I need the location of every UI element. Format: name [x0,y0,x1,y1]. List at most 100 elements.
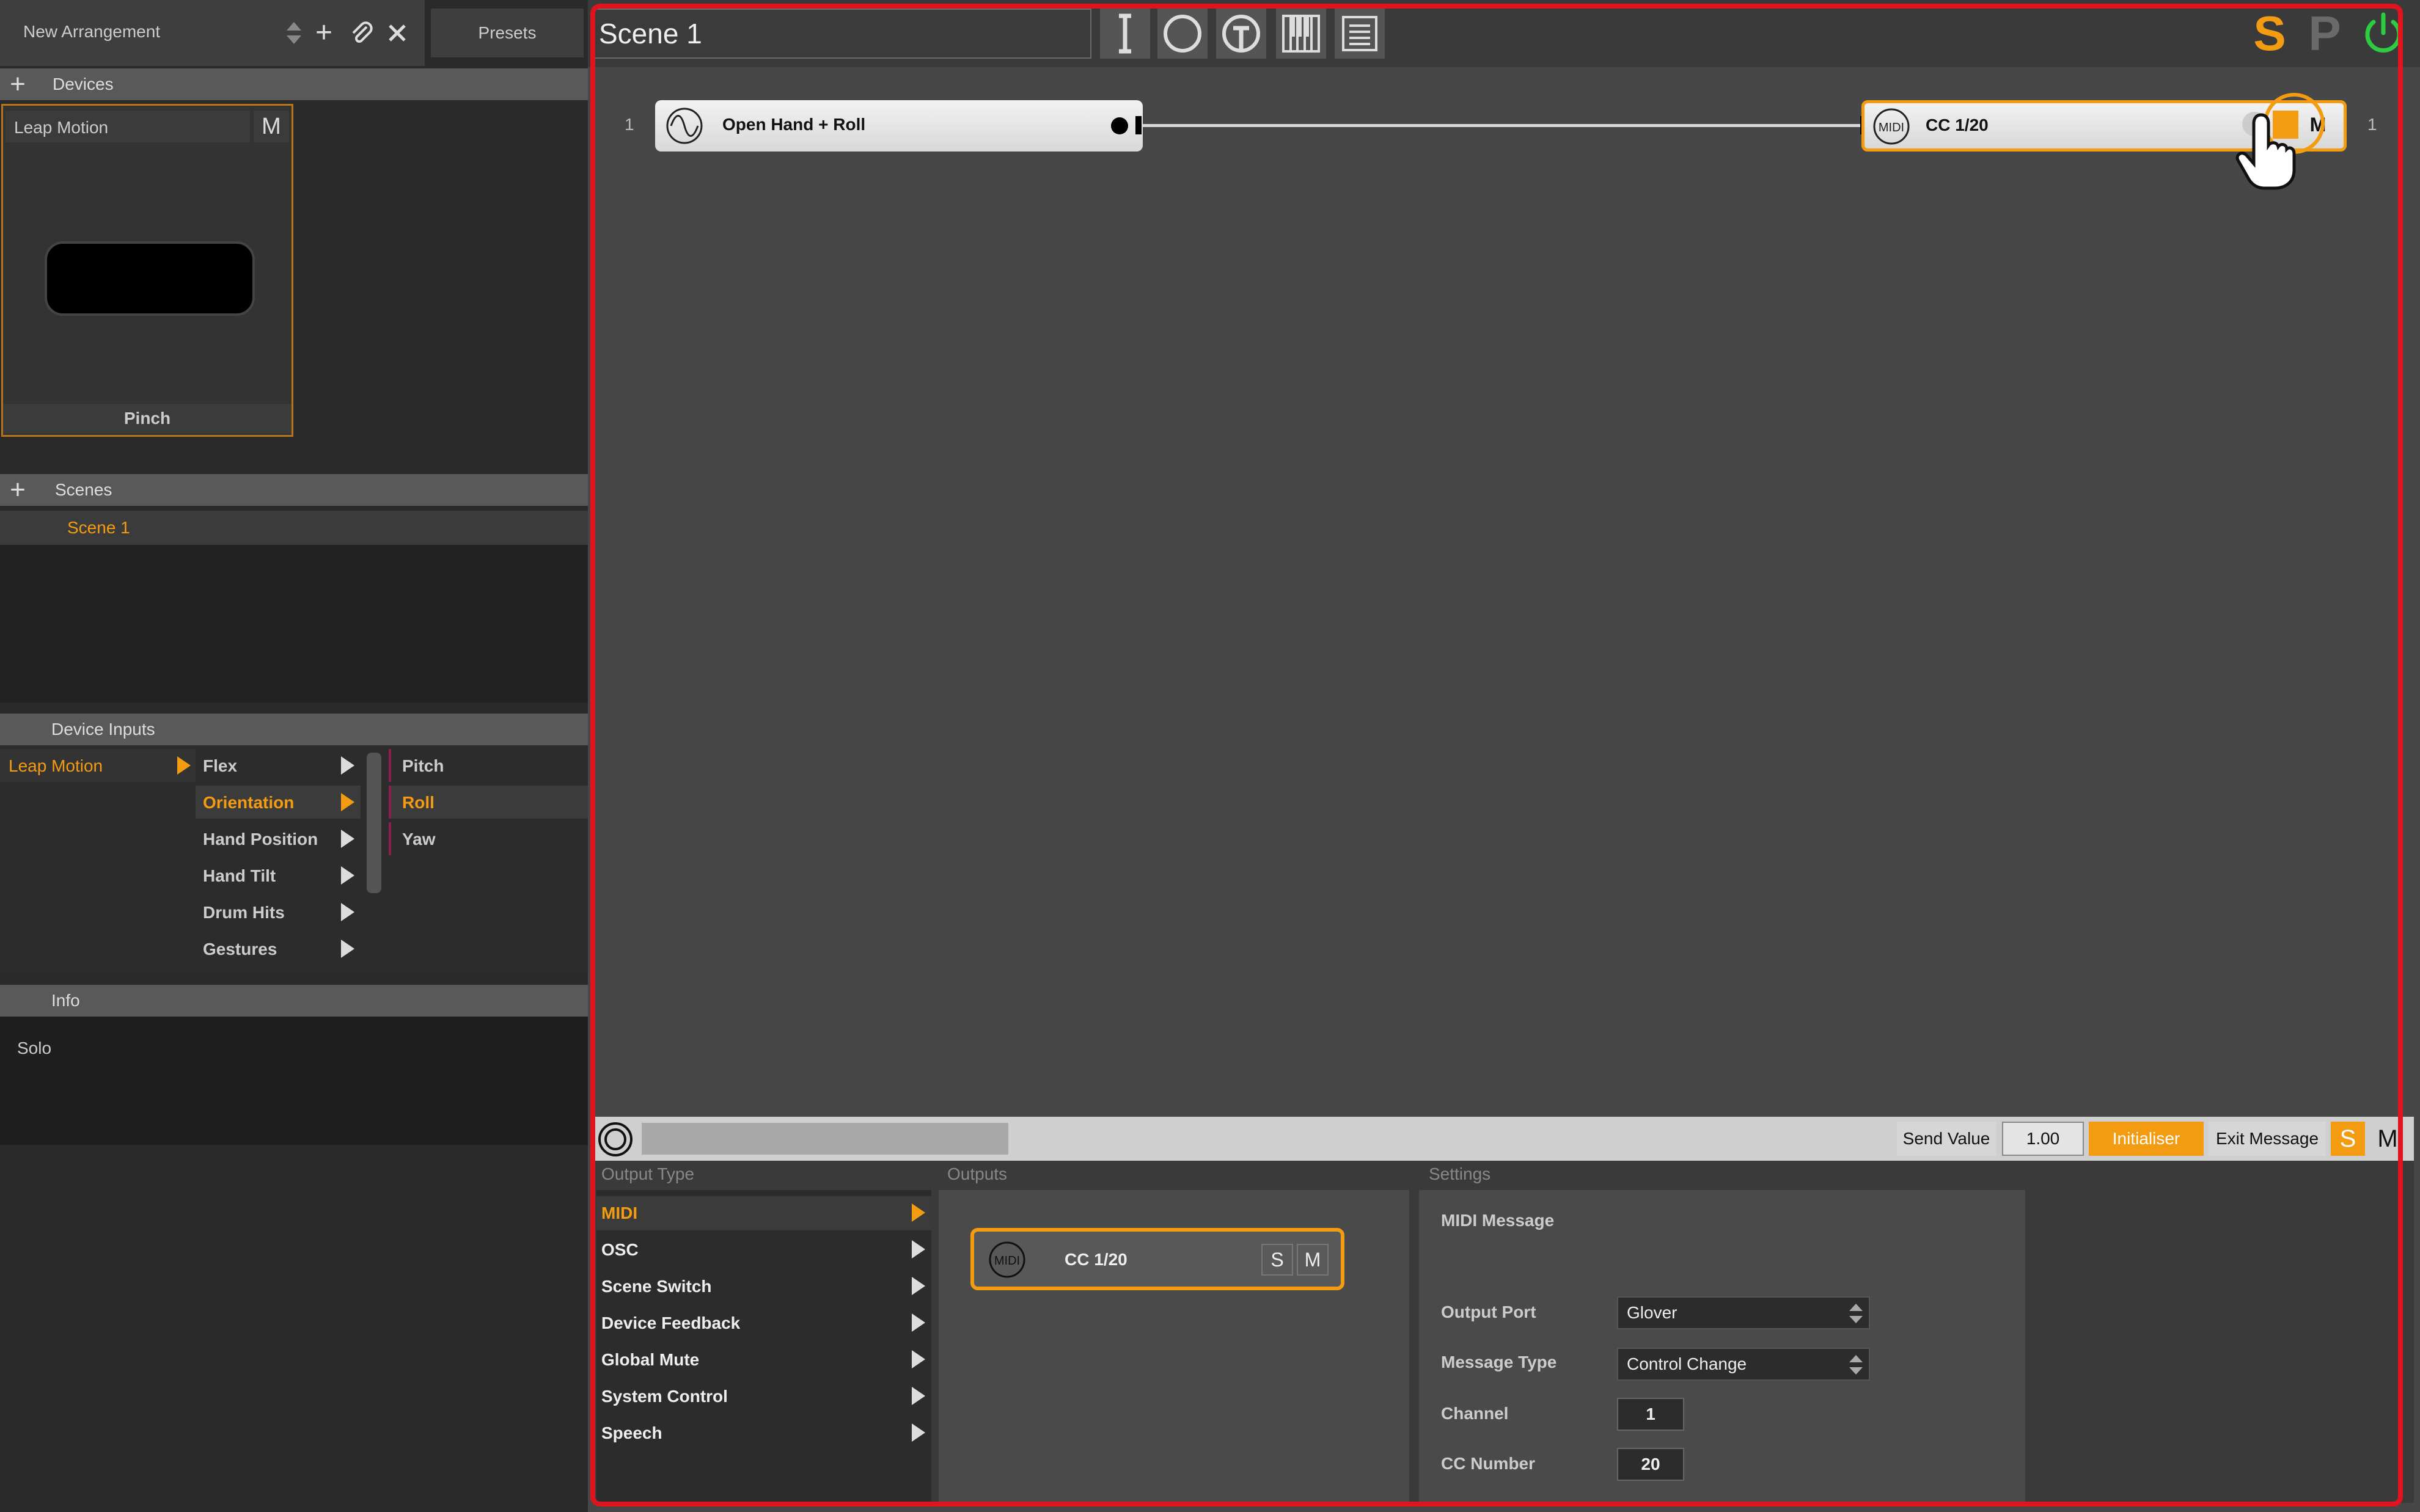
message-type-value: Control Change [1627,1354,1747,1373]
input-category-flex[interactable]: Flex [196,749,361,782]
output-card-solo-button[interactable]: S [1261,1244,1293,1276]
output-type-midi[interactable]: MIDI [596,1196,931,1230]
input-category-drum-hits[interactable]: Drum Hits [196,896,361,929]
power-icon [2365,12,2402,53]
input-category-label: Drum Hits [203,903,285,922]
arrangement-updown-icon[interactable] [285,21,303,45]
cc-number-input[interactable]: 20 [1617,1448,1684,1481]
channel-input[interactable]: 1 [1617,1398,1684,1431]
piano-tool-button[interactable] [1276,9,1326,59]
circle-icon [1164,15,1201,53]
output-block-label: CC 1/20 [1926,115,1989,134]
initialiser-label: Initialiser [2112,1129,2180,1148]
settings-section-title: MIDI Message [1441,1211,1555,1230]
chevron-right-icon [912,1277,925,1295]
channel-label: Channel [1441,1404,1509,1423]
message-type-select[interactable]: Control Change [1617,1348,1870,1381]
sine-wave-icon [666,108,703,144]
cc-number-value: 20 [1641,1455,1660,1474]
info-header-label: Info [51,991,80,1010]
bottom-progress-bar [642,1123,1008,1155]
chevron-right-icon [912,1203,925,1222]
output-type-label: MIDI [601,1203,638,1222]
solo-mode-label: S [2253,6,2286,60]
input-category-label: Gestures [203,940,277,959]
input-category-label: Hand Tilt [203,866,276,885]
input-param-pitch[interactable]: Pitch [389,749,588,782]
input-category-label: Flex [203,756,238,775]
send-value-button[interactable]: Send Value [1897,1122,1996,1156]
output-type-system-control[interactable]: System Control [596,1379,931,1414]
settings-header: Settings [1429,1164,1491,1183]
add-scene-icon[interactable]: + [4,475,32,505]
midi-badge-text: MIDI [994,1254,1020,1268]
output-type-osc[interactable]: OSC [596,1233,931,1267]
chevron-right-icon [341,830,354,848]
input-param-yaw[interactable]: Yaw [389,822,588,855]
solo-mode-button[interactable]: S [2250,6,2289,61]
input-device-label: Leap Motion [9,756,103,775]
input-block[interactable]: Open Hand + Roll [655,100,1143,152]
presets-button[interactable]: Presets [431,9,584,57]
send-value-input[interactable]: 1.00 [2002,1122,2084,1156]
scene-list-item[interactable]: Scene 1 [0,511,588,545]
row-number-right: 1 [2367,115,2377,134]
device-mute-button[interactable]: M [254,111,289,142]
record-icon [598,1122,632,1156]
input-category-hand-tilt[interactable]: Hand Tilt [196,859,361,892]
power-button[interactable] [2360,11,2407,57]
pause-mode-button[interactable]: P [2305,6,2344,61]
input-connector-dot[interactable] [1111,117,1128,134]
chevron-right-icon [341,903,354,921]
input-block-label: Open Hand + Roll [722,115,866,134]
left-panel: New Arrangement + Presets + Devices Leap… [0,0,588,1512]
output-port-select[interactable]: Glover [1617,1296,1870,1329]
add-arrangement-icon[interactable]: + [315,18,340,48]
chevron-right-icon [341,756,354,775]
bottom-mute-button[interactable]: M [2369,1122,2407,1156]
output-card[interactable]: MIDI CC 1/20 S M [970,1228,1344,1290]
delete-arrangement-icon[interactable] [385,21,409,45]
scene-item-label: Scene 1 [67,518,130,537]
scene-name-input[interactable]: Scene 1 [594,9,1091,59]
device-gesture-display [45,241,255,316]
output-card-label: CC 1/20 [1065,1250,1128,1269]
cc-number-label: CC Number [1441,1454,1536,1473]
exit-message-button[interactable]: Exit Message [2209,1122,2326,1156]
info-area: Solo [0,1017,588,1145]
input-scrollbar[interactable] [367,753,381,893]
initialiser-button[interactable]: Initialiser [2089,1122,2204,1156]
hand-pointer-icon [2235,113,2296,190]
devices-header-label: Devices [53,75,114,93]
output-type-speech[interactable]: Speech [596,1416,931,1450]
send-value-label: Send Value [1902,1129,1990,1148]
input-category-gestures[interactable]: Gestures [196,932,361,965]
device-card[interactable]: Leap Motion M Pinch [1,104,293,437]
chevron-right-icon [341,866,354,885]
input-param-roll[interactable]: Roll [389,786,588,819]
trigger-tool-button[interactable] [1216,9,1266,59]
attach-icon[interactable] [348,20,375,46]
device-inputs-header: Device Inputs [0,714,588,745]
output-type-label: Scene Switch [601,1277,712,1296]
arrangement-name[interactable]: New Arrangement [23,22,160,42]
add-device-icon[interactable]: + [4,69,32,99]
device-inputs-header-label: Device Inputs [51,720,155,739]
list-tool-button[interactable] [1335,9,1385,59]
input-category-hand-position[interactable]: Hand Position [196,822,361,855]
input-category-orientation[interactable]: Orientation [196,786,361,819]
info-text: Solo [17,1039,52,1057]
record-button[interactable] [596,1120,634,1158]
text-cursor-tool-button[interactable] [1100,9,1150,59]
output-type-scene-switch[interactable]: Scene Switch [596,1269,931,1304]
bottom-solo-button[interactable]: S [2331,1122,2365,1156]
output-card-mute-label: M [1304,1248,1321,1271]
input-device-leap-motion[interactable]: Leap Motion [0,749,196,782]
device-gesture-label: Pinch [123,409,171,428]
output-type-device-feedback[interactable]: Device Feedback [596,1306,931,1340]
outputs-header: Outputs [947,1164,1008,1183]
circle-tool-button[interactable] [1157,9,1208,59]
output-type-global-mute[interactable]: Global Mute [596,1343,931,1377]
output-card-mute-button[interactable]: M [1297,1244,1329,1276]
presets-label: Presets [478,23,537,42]
